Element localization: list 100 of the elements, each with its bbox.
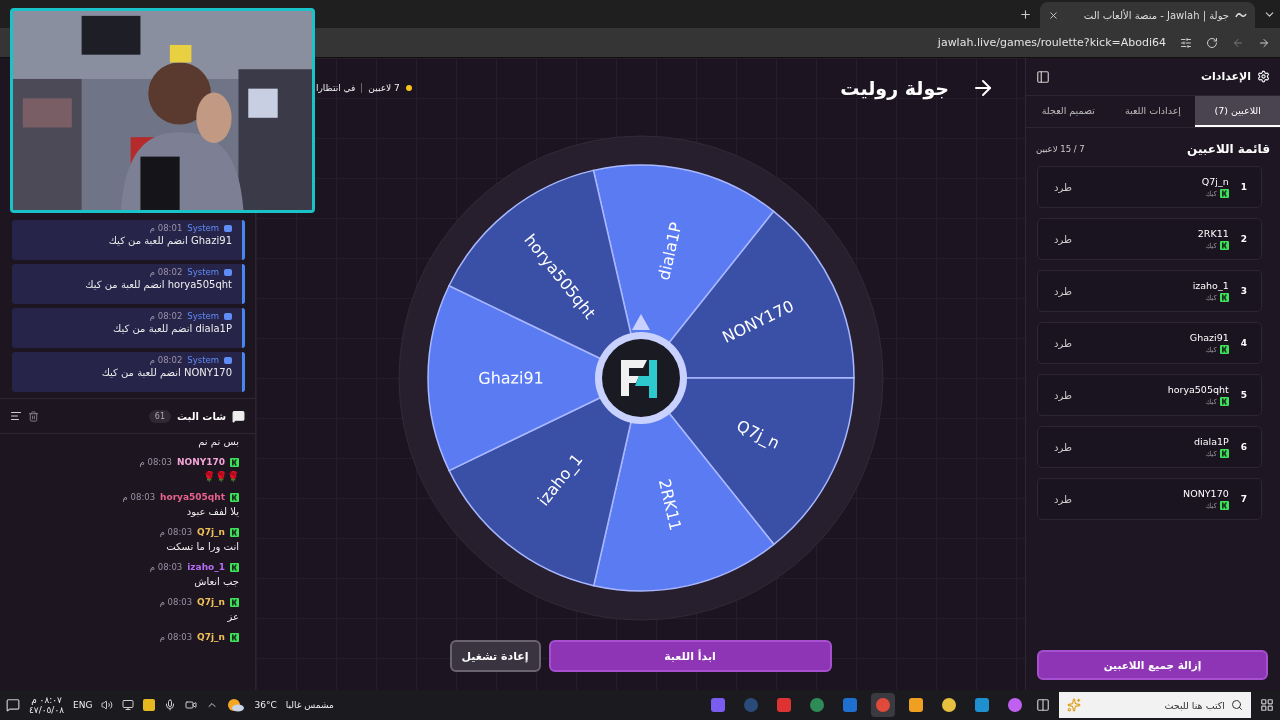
message-time: 08:02 م [149,267,183,277]
network-icon[interactable] [122,699,135,711]
message-time: 08:03 م [159,632,193,642]
kick-button[interactable]: طرد [1052,231,1074,247]
message-text: انت ورا ما تسكت [166,541,239,552]
volume-icon[interactable] [101,699,114,711]
forward-icon[interactable] [1258,36,1270,49]
platform-icon [230,492,239,502]
kick-button[interactable]: طرد [1052,491,1074,507]
message-text: جب انعاش [194,576,239,587]
kick-button[interactable]: طرد [1052,283,1074,299]
player-number: 2 [1240,234,1247,244]
tray-app-icon[interactable] [143,699,156,711]
player-number: 5 [1240,390,1247,400]
settings-tab[interactable]: تصميم العجلة [1026,96,1111,127]
message-time: 08:03 م [159,597,193,607]
platform-icon [1219,449,1229,458]
settings-icon [1257,70,1270,83]
message-author: Q7j_n [197,632,225,642]
message-time: 08:03 م [159,527,193,537]
align-icon[interactable] [10,410,22,422]
settings-tab[interactable]: اللاعبين (7) [1195,96,1280,127]
start-icon[interactable] [1260,698,1274,712]
new-tab-button[interactable] [1019,7,1032,21]
message-text: عز [227,611,239,622]
search-icon [1231,699,1243,711]
roulette-wheel[interactable] [427,164,855,592]
player-number: 4 [1240,338,1247,348]
message-text: horya505qht انضم للعبة من كيك [85,279,232,290]
message-text: NONY170 انضم للعبة من كيك [101,367,232,378]
platform-icon [230,562,239,572]
kick-button[interactable]: طرد [1052,439,1074,455]
player-name: Ghazi91 [1189,332,1229,343]
player-count: 7 لاعبين [368,83,400,93]
message-text: 🌹🌹🌹 [203,471,239,482]
message-author: Q7j_n [197,527,225,537]
trash-icon[interactable] [28,410,39,422]
bot-icon [224,224,232,232]
bot-icon [224,268,232,276]
weather-condition: مشمس غالبا [285,700,334,710]
segment-label: diala1P [653,220,686,282]
player-number: 1 [1240,182,1247,192]
message-time: 08:02 م [149,311,183,321]
message-text: Ghazi91 انضم للعبة من كيك [108,235,232,246]
message-count: 61 [148,409,171,423]
close-icon[interactable] [1048,9,1059,21]
bot-icon [224,312,232,320]
task-view-icon[interactable] [1036,698,1050,712]
player-name: Q7j_n [1201,176,1229,187]
status-dot [405,85,412,91]
notification-icon[interactable] [6,698,20,712]
message-author: System [187,311,219,321]
player-name: diala1P [1194,436,1229,447]
segment-label: 2RK11 [654,477,685,533]
player-name: NONY170 [1183,488,1229,499]
chat-title: شات البث [177,410,226,422]
message-author: izaho_1 [187,562,225,572]
player-number: 6 [1240,442,1247,452]
platform-icon [1219,397,1229,406]
kick-button[interactable]: طرد [1052,335,1074,351]
player-number: 3 [1240,286,1247,296]
player-name: 2RK11 [1197,228,1229,239]
kick-button[interactable]: طرد [1052,179,1074,195]
tab-title: جولة | Jawlah - منصة الألعاب الت [1082,9,1229,21]
collapse-icon[interactable] [1036,69,1050,84]
player-capacity: 7 / 15 لاعبين [1036,144,1085,154]
site-icon [1235,11,1247,19]
platform-icon [1219,189,1229,198]
platform-icon [230,457,239,467]
message-time: 08:01 م [149,223,183,233]
language-indicator[interactable]: ENG [73,700,93,710]
message-author: horya505qht [160,492,225,502]
restart-button[interactable]: إعادة تشغيل [449,640,541,672]
list-title: قائمة اللاعبين [1187,142,1270,156]
pointer-icon [631,314,650,330]
player-name: izaho_1 [1192,280,1229,291]
camera-icon[interactable] [185,699,198,711]
weather-icon[interactable] [227,698,246,712]
search-field[interactable]: اكتب هنا للبحث [1059,692,1251,718]
message-author: Q7j_n [197,597,225,607]
kick-button[interactable]: طرد [1052,387,1074,403]
clock[interactable]: ٠٨:٠٧ م ٤٧/٠٥/٠٨ [29,695,65,715]
reload-icon[interactable] [1206,36,1218,49]
message-author: System [187,223,219,233]
message-text: بس نم نم [198,436,239,447]
remove-all-button[interactable]: إزالة جميع اللاعبين [1037,650,1268,680]
sparkle-icon [1067,698,1081,712]
browser-tab[interactable]: جولة | Jawlah - منصة الألعاب الت [1040,2,1255,28]
start-button[interactable]: ابدأ اللعبة [548,640,832,672]
platform-icon [1219,345,1229,354]
panel-title: الإعدادات [1200,70,1251,83]
platform-icon [230,527,239,537]
settings-tab[interactable]: إعدادات اللعبة [1110,96,1196,127]
site-settings-icon[interactable] [1180,36,1192,49]
message-time: 08:02 م [149,355,183,365]
mic-icon[interactable] [164,699,177,711]
address-field[interactable]: jawlah.live/games/roulette?kick=Abodi64 [937,36,1166,49]
chat-icon [232,409,245,423]
message-author: NONY170 [176,457,225,467]
message-author: System [187,267,219,277]
